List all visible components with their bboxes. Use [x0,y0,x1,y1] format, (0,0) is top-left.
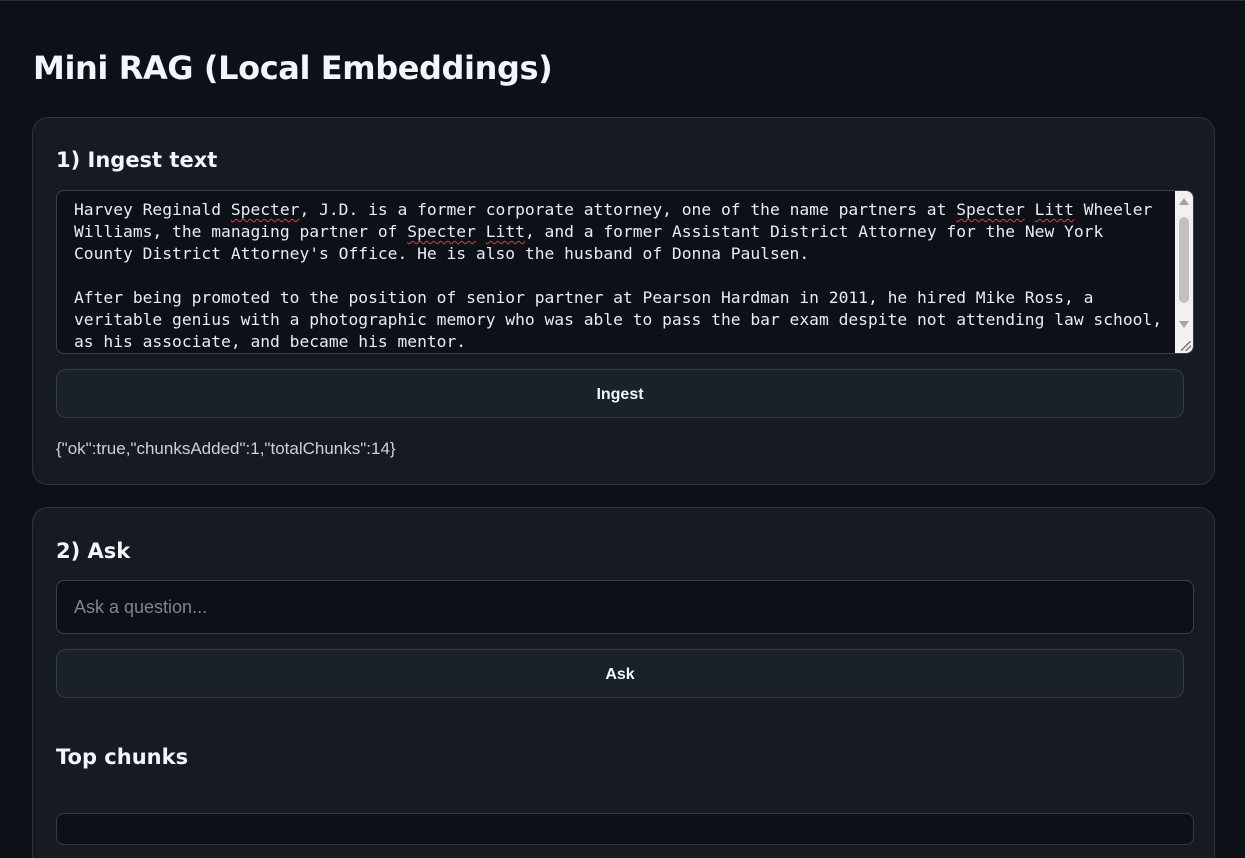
app-page: Mini RAG (Local Embeddings) 1) Ingest te… [0,1,1245,858]
text-segment: After being promoted to the position of … [74,288,1172,351]
ingest-status: {"ok":true,"chunksAdded":1,"totalChunks"… [56,439,396,458]
misspelled-word: Litt [1034,200,1074,219]
scroll-down-icon[interactable] [1179,321,1189,328]
text-segment: Harvey Reginald [74,200,231,219]
scrollbar-thumb[interactable] [1179,217,1189,303]
ask-heading: 2) Ask [56,539,131,563]
ask-card: 2) Ask Ask Top chunks [32,507,1215,858]
ingest-textarea[interactable]: Harvey Reginald Specter, J.D. is a forme… [56,190,1194,354]
resize-grip-icon[interactable] [1181,341,1191,351]
ingest-textarea-content[interactable]: Harvey Reginald Specter, J.D. is a forme… [74,199,1164,353]
textarea-paragraph: Harvey Reginald Specter, J.D. is a forme… [74,199,1164,265]
ingest-heading: 1) Ingest text [56,148,218,172]
text-segment: , J.D. is a former corporate attorney, o… [299,200,957,219]
top-chunks-heading: Top chunks [56,745,189,769]
misspelled-word: Specter [956,200,1025,219]
text-segment [476,222,486,241]
misspelled-word: Specter [230,200,300,219]
top-chunks-list [56,813,1194,845]
ingest-card: 1) Ingest text Harvey Reginald Specter, … [32,117,1215,485]
misspelled-word: Litt [485,222,525,241]
ask-button[interactable]: Ask [56,649,1184,698]
ingest-button[interactable]: Ingest [56,369,1184,418]
text-segment [1025,200,1035,219]
page-title: Mini RAG (Local Embeddings) [33,49,553,87]
misspelled-word: Specter [407,222,476,241]
textarea-paragraph: After being promoted to the position of … [74,287,1164,353]
question-input[interactable] [56,580,1194,634]
scroll-up-icon[interactable] [1179,198,1189,205]
textarea-scrollbar[interactable] [1175,191,1193,353]
